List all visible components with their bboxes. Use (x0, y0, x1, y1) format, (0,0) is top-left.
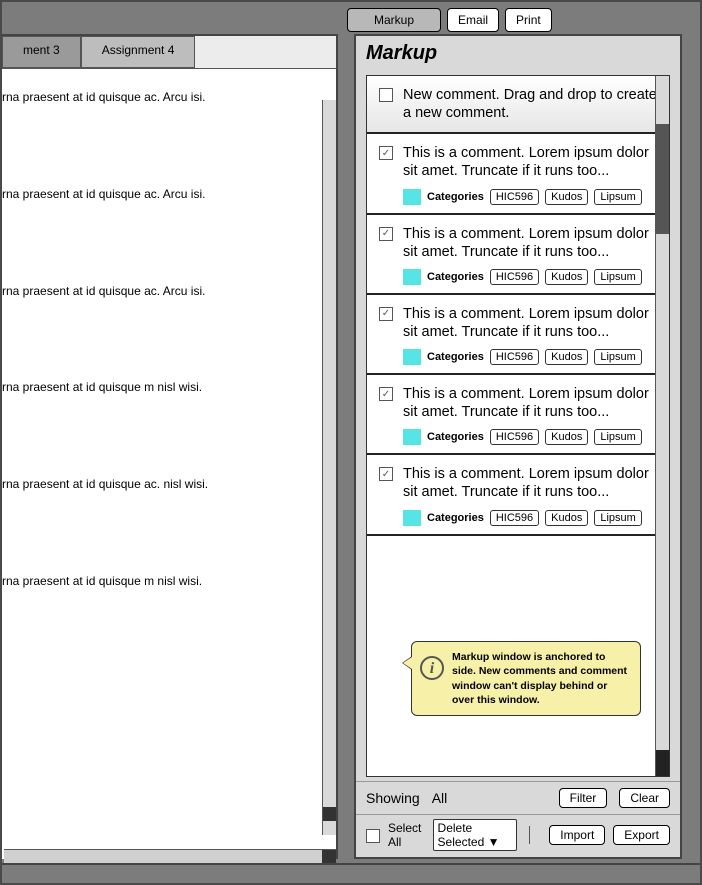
new-comment-checkbox[interactable] (379, 88, 393, 102)
app-bottom-bar (2, 863, 700, 883)
categories-label: Categories (427, 191, 484, 203)
tag[interactable]: Lipsum (594, 349, 641, 365)
category-swatch[interactable] (403, 349, 421, 365)
new-comment-text: New comment. Drag and drop to create a n… (403, 86, 657, 122)
assignment-tabs: ment 3 Assignment 4 (2, 36, 336, 68)
clear-button[interactable]: Clear (619, 788, 670, 808)
categories-label: Categories (427, 351, 484, 363)
comment-text: This is a comment. Lorem ipsum dolor sit… (403, 305, 657, 341)
tag[interactable]: HIC596 (490, 510, 539, 526)
print-button[interactable]: Print (505, 8, 552, 32)
comment-checkbox[interactable] (379, 146, 393, 160)
markup-panel: Markup New comment. Drag and drop to cre… (354, 34, 682, 859)
categories-label: Categories (427, 271, 484, 283)
showing-label: Showing (366, 790, 420, 806)
tag[interactable]: Lipsum (594, 269, 641, 285)
comment-checkbox[interactable] (379, 227, 393, 241)
info-tooltip: i Markup window is anchored to side. New… (411, 641, 641, 716)
paragraph: rna praesent at id quisque ac. Arcu isi. (2, 186, 326, 203)
categories-label: Categories (427, 512, 484, 524)
comment-text: This is a comment. Lorem ipsum dolor sit… (403, 144, 657, 180)
category-swatch[interactable] (403, 189, 421, 205)
document-body: rna praesent at id quisque ac. Arcu isi.… (2, 68, 336, 859)
categories-label: Categories (427, 431, 484, 443)
filter-row: Showing All Filter Clear (356, 781, 680, 814)
footer-row: Select All Delete Selected ▼ Import Expo… (356, 814, 680, 857)
tag[interactable]: HIC596 (490, 429, 539, 445)
paragraph: rna praesent at id quisque ac. Arcu isi. (2, 283, 326, 300)
tooltip-text: Markup window is anchored to side. New c… (452, 651, 627, 706)
document-h-scrollbar[interactable] (4, 849, 336, 863)
paragraph: rna praesent at id quisque ac. nisl wisi… (2, 476, 326, 493)
email-button[interactable]: Email (447, 8, 499, 32)
comment-checkbox[interactable] (379, 467, 393, 481)
showing-value: All (432, 790, 448, 806)
scroll-thumb[interactable] (323, 807, 336, 821)
separator (529, 826, 530, 844)
tab-assignment-4[interactable]: Assignment 4 (81, 36, 196, 68)
document-scrollbar[interactable] (322, 100, 336, 835)
import-button[interactable]: Import (549, 825, 605, 845)
scroll-cap[interactable] (322, 850, 336, 864)
comment-row[interactable]: This is a comment. Lorem ipsum dolor sit… (367, 215, 669, 295)
comment-text: This is a comment. Lorem ipsum dolor sit… (403, 385, 657, 421)
new-comment-row[interactable]: New comment. Drag and drop to create a n… (367, 76, 669, 134)
tag[interactable]: Lipsum (594, 510, 641, 526)
tab-assignment-3[interactable]: ment 3 (2, 36, 81, 68)
paragraph: rna praesent at id quisque m nisl wisi. (2, 379, 326, 396)
comment-checkbox[interactable] (379, 387, 393, 401)
tag[interactable]: Lipsum (594, 429, 641, 445)
markup-panel-title: Markup (356, 36, 680, 71)
category-swatch[interactable] (403, 510, 421, 526)
comment-list: New comment. Drag and drop to create a n… (366, 75, 670, 777)
tag[interactable]: HIC596 (490, 189, 539, 205)
category-swatch[interactable] (403, 429, 421, 445)
comment-row[interactable]: This is a comment. Lorem ipsum dolor sit… (367, 295, 669, 375)
tag[interactable]: HIC596 (490, 269, 539, 285)
paragraph: rna praesent at id quisque m nisl wisi. (2, 573, 326, 590)
document-area: ment 3 Assignment 4 rna praesent at id q… (2, 34, 338, 859)
category-swatch[interactable] (403, 269, 421, 285)
export-button[interactable]: Export (613, 825, 670, 845)
comment-row[interactable]: This is a comment. Lorem ipsum dolor sit… (367, 375, 669, 455)
comment-row[interactable]: This is a comment. Lorem ipsum dolor sit… (367, 455, 669, 535)
tag[interactable]: Kudos (545, 349, 588, 365)
top-toolbar: Markup Email Print (2, 8, 700, 32)
markup-toggle-button[interactable]: Markup (347, 8, 441, 32)
comment-text: This is a comment. Lorem ipsum dolor sit… (403, 225, 657, 261)
scroll-thumb[interactable] (656, 124, 669, 234)
tag[interactable]: Kudos (545, 510, 588, 526)
tag[interactable]: Lipsum (594, 189, 641, 205)
tag[interactable]: Kudos (545, 189, 588, 205)
paragraph: rna praesent at id quisque ac. Arcu isi. (2, 89, 326, 106)
select-all-checkbox[interactable] (366, 829, 380, 843)
tag[interactable]: Kudos (545, 269, 588, 285)
select-all-label: Select All (388, 821, 425, 849)
comment-checkbox[interactable] (379, 307, 393, 321)
info-icon: i (420, 656, 444, 680)
tag[interactable]: HIC596 (490, 349, 539, 365)
comment-list-scrollbar[interactable] (655, 76, 669, 776)
comment-text: This is a comment. Lorem ipsum dolor sit… (403, 465, 657, 501)
delete-selected-dropdown[interactable]: Delete Selected ▼ (433, 819, 517, 851)
tooltip-tail (402, 656, 412, 670)
tag[interactable]: Kudos (545, 429, 588, 445)
comment-row[interactable]: This is a comment. Lorem ipsum dolor sit… (367, 134, 669, 214)
scroll-cap[interactable] (656, 750, 669, 776)
filter-button[interactable]: Filter (559, 788, 608, 808)
